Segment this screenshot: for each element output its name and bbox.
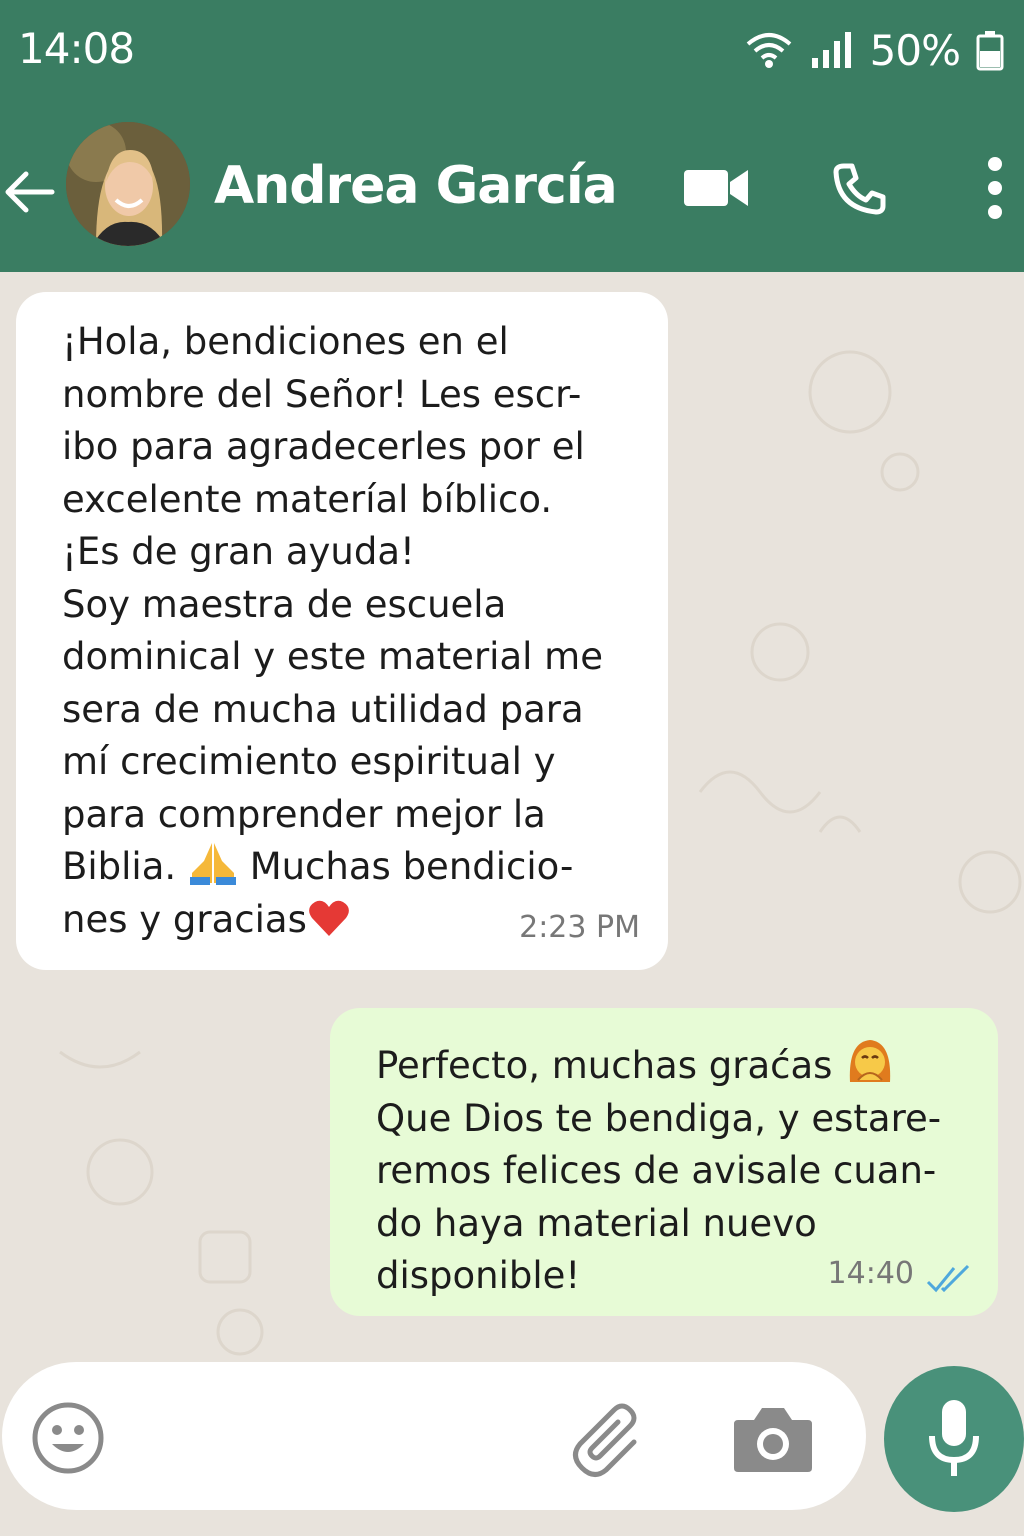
message-timestamp: 2:23 PM	[519, 909, 640, 945]
message-line: para comprender mejor la	[62, 792, 546, 836]
battery-icon	[976, 31, 1004, 71]
message-line: ¡Hola, bendiciones en el	[62, 320, 509, 363]
video-call-icon[interactable]	[682, 164, 750, 212]
message-line: dominical y este material me	[62, 635, 603, 678]
message-text: Biblia.	[62, 845, 177, 888]
red-heart-emoji-icon	[308, 900, 349, 936]
input-bar	[0, 1360, 1024, 1536]
message-line: nombre del Señor! Les escr-	[62, 372, 582, 416]
message-input[interactable]	[122, 1398, 546, 1480]
double-check-read-icon	[926, 1264, 970, 1293]
message-timestamp: 14:40	[827, 1255, 914, 1291]
message-text: nes y gracias	[62, 897, 307, 941]
message-line: excelente materíal bíblico.	[62, 477, 553, 521]
message-text: Perfecto, muchas graćas	[376, 1044, 833, 1087]
incoming-message[interactable]: ¡Hola, bendiciones en el nombre del Seño…	[16, 292, 668, 970]
microphone-icon	[929, 1400, 979, 1476]
camera-icon[interactable]	[732, 1404, 814, 1474]
status-icons: 50%	[744, 22, 1004, 78]
message-line: Perfecto, muchas graćas	[376, 1036, 968, 1093]
battery-percent: 50%	[869, 25, 961, 75]
status-time: 14:08	[18, 24, 135, 73]
more-vertical-icon[interactable]	[978, 156, 1012, 220]
paperclip-icon[interactable]	[564, 1398, 648, 1482]
praying-hands-emoji-icon	[189, 843, 236, 885]
message-input-container[interactable]	[2, 1362, 866, 1510]
chat-header: Andrea García	[0, 104, 1024, 272]
message-line: mí crecimiento espiritual y	[62, 740, 556, 783]
message-line: Soy maestra de escuela	[62, 582, 507, 626]
outgoing-message[interactable]: Perfecto, muchas graćas Que Dios te bend…	[330, 1008, 998, 1316]
message-line: sera de mucha utilidad para	[62, 687, 584, 731]
message-line: Biblia. Muchas bendicio-	[62, 841, 638, 894]
message-line: Que Dios te bendiga, y estare-	[376, 1096, 942, 1140]
message-text: Muchas bendicio-	[249, 845, 574, 888]
message-line: remos felices de avisale cuan-	[376, 1149, 937, 1192]
microphone-button[interactable]	[884, 1366, 1024, 1512]
contact-avatar[interactable]	[66, 122, 190, 246]
emoji-icon[interactable]	[30, 1400, 106, 1476]
status-bar: 14:08 50%	[0, 0, 1024, 104]
message-line: ¡Es de gran ayuda!	[62, 530, 415, 573]
message-line: ibo para agradecerles por el	[62, 425, 585, 468]
contact-name[interactable]: Andrea García	[214, 156, 618, 216]
message-line: do haya material nuevo	[376, 1201, 817, 1245]
phone-call-icon[interactable]	[832, 162, 886, 216]
signal-icon	[811, 32, 851, 68]
chat-area[interactable]: ¡Hola, bendiciones en el nombre del Seño…	[0, 272, 1024, 1360]
blushing-hug-emoji-icon	[850, 1040, 891, 1082]
back-arrow-icon[interactable]	[2, 164, 58, 220]
wifi-icon	[746, 33, 791, 68]
